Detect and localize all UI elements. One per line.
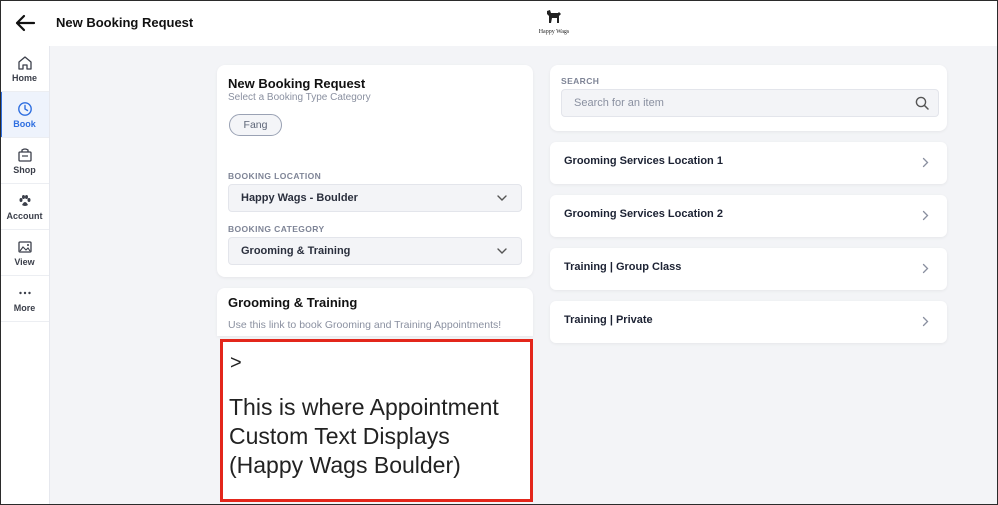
- sidebar-item-account[interactable]: Account: [0, 184, 49, 230]
- sidebar-item-book[interactable]: Book: [0, 92, 49, 138]
- search-icon[interactable]: [915, 96, 929, 110]
- sidebar-item-more[interactable]: More: [0, 276, 49, 322]
- list-item-label: Grooming Services Location 1: [564, 155, 723, 167]
- sidebar-item-label: Home: [11, 72, 37, 83]
- pet-chip[interactable]: Fang: [229, 114, 282, 136]
- arrow-symbol: >: [230, 352, 242, 374]
- sidebar-item-label: Book: [13, 118, 36, 129]
- chevron-right-icon: [922, 316, 929, 327]
- list-item-label: Training | Group Class: [564, 261, 682, 273]
- image-icon: [17, 240, 32, 253]
- location-label: BOOKING LOCATION: [228, 171, 322, 181]
- category-label: BOOKING CATEGORY: [228, 224, 325, 234]
- location-select[interactable]: Happy Wags - Boulder: [228, 184, 522, 212]
- main-content: New Booking Request Select a Booking Typ…: [50, 46, 998, 505]
- shop-icon: [17, 147, 32, 162]
- search-card: SEARCH: [550, 65, 947, 131]
- category-info-title: Grooming & Training: [228, 295, 358, 310]
- page-title: New Booking Request: [56, 15, 194, 30]
- paw-icon: [19, 194, 30, 206]
- chevron-down-icon: [497, 195, 507, 201]
- chevron-right-icon: [922, 263, 929, 274]
- sidebar-item-home[interactable]: Home: [0, 46, 49, 92]
- top-header: New Booking Request Happy Wags: [0, 0, 998, 46]
- category-info-text: Use this link to book Grooming and Train…: [228, 319, 502, 331]
- list-item-training-group-class[interactable]: Training | Group Class: [550, 248, 947, 290]
- sidebar-item-shop[interactable]: Shop: [0, 138, 49, 184]
- list-item-grooming-location-1[interactable]: Grooming Services Location 1: [550, 142, 947, 184]
- appointment-custom-text: This is where Appointment Custom Text Di…: [229, 394, 499, 478]
- sidebar-item-label: View: [14, 256, 35, 267]
- clock-icon: [17, 101, 32, 116]
- chevron-down-icon: [497, 248, 507, 254]
- sidebar-item-label: More: [13, 302, 36, 313]
- appointment-custom-text-box: > This is where Appointment Custom Text …: [220, 339, 533, 502]
- chevron-right-icon: [922, 210, 929, 221]
- sidebar-item-view[interactable]: View: [0, 230, 49, 276]
- search-label: SEARCH: [561, 76, 600, 86]
- location-select-value: Happy Wags - Boulder: [241, 192, 358, 204]
- back-button[interactable]: [12, 10, 38, 36]
- chevron-right-icon: [922, 157, 929, 168]
- home-icon: [17, 55, 32, 70]
- dog-logo-icon: [547, 10, 561, 23]
- list-item-label: Training | Private: [564, 314, 653, 326]
- search-input[interactable]: [561, 89, 939, 117]
- category-select-value: Grooming & Training: [241, 245, 351, 257]
- list-item-label: Grooming Services Location 2: [564, 208, 723, 220]
- sidebar-nav: Home Book Shop Account View More: [0, 46, 50, 505]
- brand-logo[interactable]: Happy Wags: [530, 8, 578, 38]
- dots-icon: [18, 291, 31, 294]
- category-select[interactable]: Grooming & Training: [228, 237, 522, 265]
- sidebar-item-label: Shop: [13, 164, 36, 175]
- booking-card-subtitle: Select a Booking Type Category: [228, 92, 371, 103]
- booking-request-card: New Booking Request Select a Booking Typ…: [217, 65, 533, 277]
- list-item-training-private[interactable]: Training | Private: [550, 301, 947, 343]
- category-info-card: Grooming & Training Use this link to boo…: [217, 288, 533, 336]
- sidebar-item-label: Account: [6, 210, 43, 221]
- booking-card-title: New Booking Request: [228, 76, 366, 91]
- list-item-grooming-location-2[interactable]: Grooming Services Location 2: [550, 195, 947, 237]
- logo-text: Happy Wags: [538, 29, 570, 35]
- arrow-left-icon: [15, 14, 36, 32]
